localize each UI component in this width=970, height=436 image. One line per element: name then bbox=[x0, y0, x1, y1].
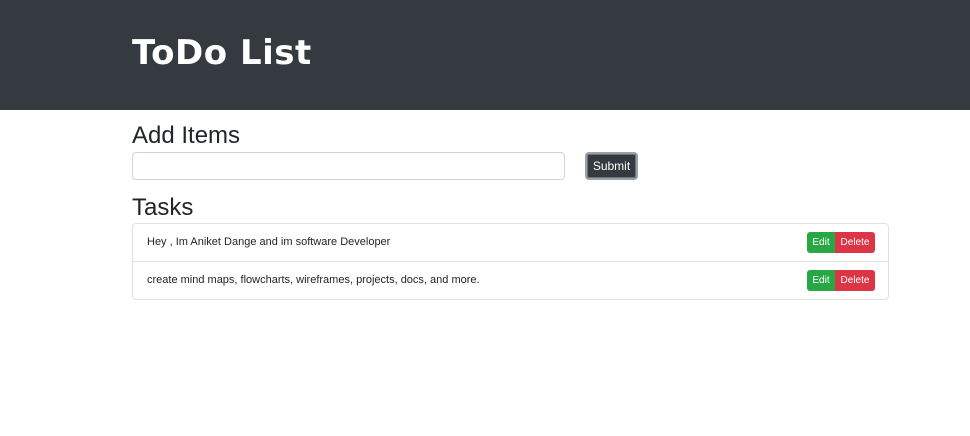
edit-button[interactable]: Edit bbox=[807, 270, 835, 291]
delete-button[interactable]: Delete bbox=[835, 270, 875, 291]
task-text: Hey , Im Aniket Dange and im software De… bbox=[147, 236, 391, 248]
delete-button[interactable]: Delete bbox=[835, 232, 875, 253]
new-item-input[interactable] bbox=[132, 152, 565, 180]
app-header: ToDo List bbox=[0, 0, 970, 110]
task-item: create mind maps, flowcharts, wireframes… bbox=[133, 262, 888, 299]
task-list: Hey , Im Aniket Dange and im software De… bbox=[132, 223, 889, 300]
task-actions: Edit Delete bbox=[807, 270, 875, 291]
app-title: ToDo List bbox=[132, 33, 312, 73]
add-item-form: Submit bbox=[132, 152, 889, 180]
task-text: create mind maps, flowcharts, wireframes… bbox=[147, 274, 480, 286]
tasks-heading: Tasks bbox=[132, 194, 194, 221]
submit-button[interactable]: Submit bbox=[585, 152, 638, 180]
task-item: Hey , Im Aniket Dange and im software De… bbox=[133, 224, 888, 262]
edit-button[interactable]: Edit bbox=[807, 232, 835, 253]
task-actions: Edit Delete bbox=[807, 232, 875, 253]
add-items-heading: Add Items bbox=[132, 122, 241, 149]
